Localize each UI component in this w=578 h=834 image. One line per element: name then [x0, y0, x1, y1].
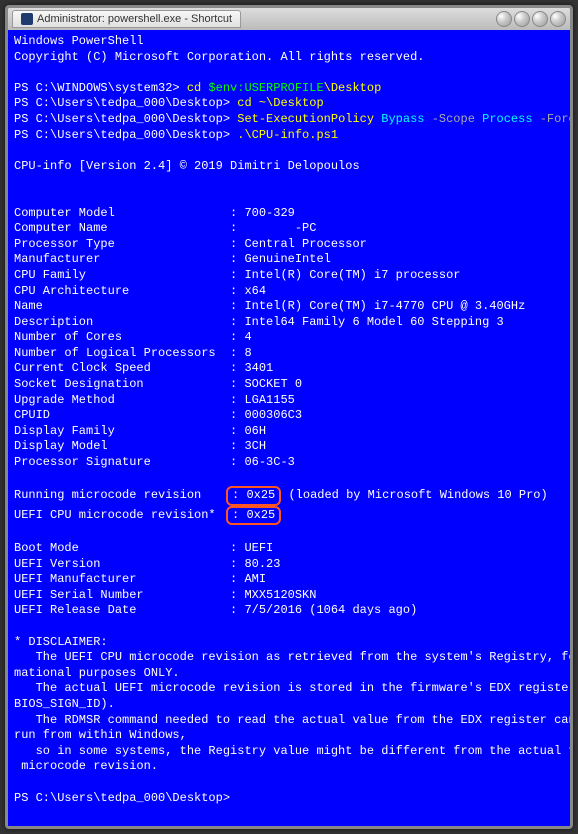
disclaimer-text: The UEFI CPU microcode revision as retri… — [14, 650, 564, 666]
highlight-box: : 0x25 — [226, 486, 281, 506]
kv-row: Computer Model : 700-329 — [14, 206, 564, 222]
kv-row: Display Family : 06H — [14, 424, 564, 440]
kv-row: Manufacturer : GenuineIntel — [14, 252, 564, 268]
kv-row: Boot Mode : UEFI — [14, 541, 564, 557]
cmd-text: .\CPU-info.ps1 — [237, 128, 338, 142]
cmd-text: cd ~\Desktop — [237, 96, 323, 110]
banner: CPU-info [Version 2.4] © 2019 Dimitri De… — [14, 159, 564, 175]
disclaimer-text: BIOS_SIGN_ID). — [14, 697, 564, 713]
cmd-arg: Bypass — [381, 112, 431, 126]
prompt-line: PS C:\WINDOWS\system32> cd $env:USERPROF… — [14, 81, 564, 97]
kv-row: Processor Type : Central Processor — [14, 237, 564, 253]
disclaimer-text: The RDMSR command needed to read the act… — [14, 713, 564, 729]
cmd-text: Set-ExecutionPolicy — [237, 112, 381, 126]
disclaimer-text: so in some systems, the Registry value m… — [14, 744, 564, 760]
kv-row: Display Model : 3CH — [14, 439, 564, 455]
kv-row: CPUID : 000306C3 — [14, 408, 564, 424]
disclaimer-text: run from within Windows, — [14, 728, 564, 744]
prompt-line: PS C:\Users\tedpa_000\Desktop> Set-Execu… — [14, 112, 564, 128]
kv-block: Boot Mode : UEFIUEFI Version : 80.23UEFI… — [14, 541, 564, 619]
cmd-flag: -Force — [540, 112, 570, 126]
kv-row: Description : Intel64 Family 6 Model 60 … — [14, 315, 564, 331]
prompt: PS C:\Users\tedpa_000\Desktop> — [14, 96, 237, 110]
disclaimer-head: * DISCLAIMER: — [14, 635, 564, 651]
intro-line: Windows PowerShell — [14, 34, 564, 50]
kv-row: Number of Cores : 4 — [14, 330, 564, 346]
kv-row: Socket Designation : SOCKET 0 — [14, 377, 564, 393]
terminal-viewport[interactable]: Windows PowerShellCopyright (C) Microsof… — [8, 30, 570, 826]
disclaimer-text: mational purposes ONLY. — [14, 666, 564, 682]
kv-extra: (loaded by Microsoft Windows 10 Pro) — [288, 488, 547, 502]
disclaimer-text: microcode revision. — [14, 759, 564, 775]
cmd-flag: -Scope — [432, 112, 482, 126]
kv-row: CPU Architecture : x64 — [14, 284, 564, 300]
prompt: PS C:\Users\tedpa_000\Desktop> — [14, 112, 237, 126]
prompt: PS C:\Users\tedpa_000\Desktop> — [14, 791, 230, 805]
kv-row: UEFI Version : 80.23 — [14, 557, 564, 573]
help-button[interactable] — [532, 11, 548, 27]
kv-row: Name : Intel(R) Core(TM) i7-4770 CPU @ 3… — [14, 299, 564, 315]
prompt-line: PS C:\Users\tedpa_000\Desktop> cd ~\Desk… — [14, 96, 564, 112]
window-title: Administrator: powershell.exe - Shortcut — [37, 13, 232, 25]
highlight-box: : 0x25 — [226, 506, 281, 526]
kv-block: Computer Model : 700-329Computer Name : … — [14, 206, 564, 471]
cmd-text: cd — [187, 81, 209, 95]
kv-row: Computer Name : XXXXXXX-PC — [14, 221, 564, 237]
kv-row: Upgrade Method : LGA1155 — [14, 393, 564, 409]
kv-row: UEFI Release Date : 7/5/2016 (1064 days … — [14, 603, 564, 619]
kv-row: Number of Logical Processors : 8 — [14, 346, 564, 362]
cmd-arg: Process — [482, 112, 540, 126]
window-tab[interactable]: Administrator: powershell.exe - Shortcut — [12, 10, 241, 28]
cmd-text: \Desktop — [324, 81, 382, 95]
window-frame: Administrator: powershell.exe - Shortcut… — [5, 5, 573, 829]
kv-row: Processor Signature : 06-3C-3 — [14, 455, 564, 471]
kv-row: UEFI Manufacturer : AMI — [14, 572, 564, 588]
microcode-row: Running microcode revision : 0x25 (loade… — [14, 486, 564, 506]
window-controls — [496, 11, 566, 27]
titlebar[interactable]: Administrator: powershell.exe - Shortcut — [8, 8, 570, 30]
kv-val: 0x25 — [246, 508, 275, 522]
intro-line: Copyright (C) Microsoft Corporation. All… — [14, 50, 564, 66]
kv-key: UEFI CPU microcode revision* — [14, 508, 230, 522]
redacted: XXXXXXX — [244, 221, 294, 237]
env-var: $env:USERPROFILE — [208, 81, 323, 95]
kv-row: UEFI Serial Number : MXX5120SKN — [14, 588, 564, 604]
prompt: PS C:\WINDOWS\system32> — [14, 81, 187, 95]
prompt-line: PS C:\Users\tedpa_000\Desktop> — [14, 791, 564, 807]
prompt-line: PS C:\Users\tedpa_000\Desktop> .\CPU-inf… — [14, 128, 564, 144]
kv-key: Running microcode revision — [14, 488, 230, 502]
powershell-icon — [21, 13, 33, 25]
close-button[interactable] — [550, 11, 566, 27]
microcode-row: UEFI CPU microcode revision* : 0x25 — [14, 506, 564, 526]
kv-row: Current Clock Speed : 3401 — [14, 361, 564, 377]
kv-row: CPU Family : Intel(R) Core(TM) i7 proces… — [14, 268, 564, 284]
minimize-button[interactable] — [496, 11, 512, 27]
disclaimer-text: The actual UEFI microcode revision is st… — [14, 681, 564, 697]
kv-val: 0x25 — [246, 488, 275, 502]
maximize-button[interactable] — [514, 11, 530, 27]
prompt: PS C:\Users\tedpa_000\Desktop> — [14, 128, 237, 142]
